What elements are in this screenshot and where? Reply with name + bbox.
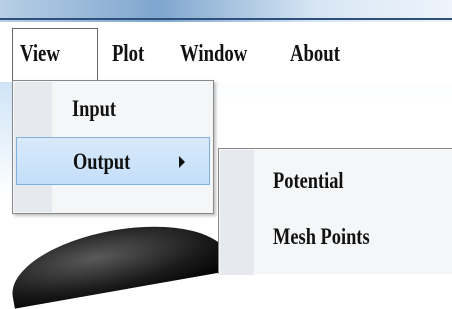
menu-item-output[interactable]: Output bbox=[16, 137, 210, 185]
output-submenu: Potential Mesh Points bbox=[218, 148, 452, 275]
menu-item-output-label: Output bbox=[73, 149, 131, 174]
submenu-item-potential-label: Potential bbox=[273, 168, 344, 193]
menu-item-input[interactable]: Input bbox=[16, 85, 210, 133]
submenu-item-mesh-points-label: Mesh Points bbox=[273, 224, 370, 249]
menu-window[interactable]: Window bbox=[180, 34, 247, 74]
submenu-arrow-icon bbox=[179, 156, 185, 168]
title-bar-border bbox=[0, 18, 452, 20]
menu-about[interactable]: About bbox=[290, 34, 340, 74]
menu-item-input-label: Input bbox=[72, 96, 116, 121]
menu-plot[interactable]: Plot bbox=[112, 34, 144, 74]
submenu-item-mesh-points[interactable]: Mesh Points bbox=[221, 211, 451, 263]
view-dropdown-menu: Input Output bbox=[12, 80, 214, 214]
submenu-item-potential[interactable]: Potential bbox=[221, 155, 451, 207]
menu-view[interactable]: View bbox=[20, 34, 60, 74]
